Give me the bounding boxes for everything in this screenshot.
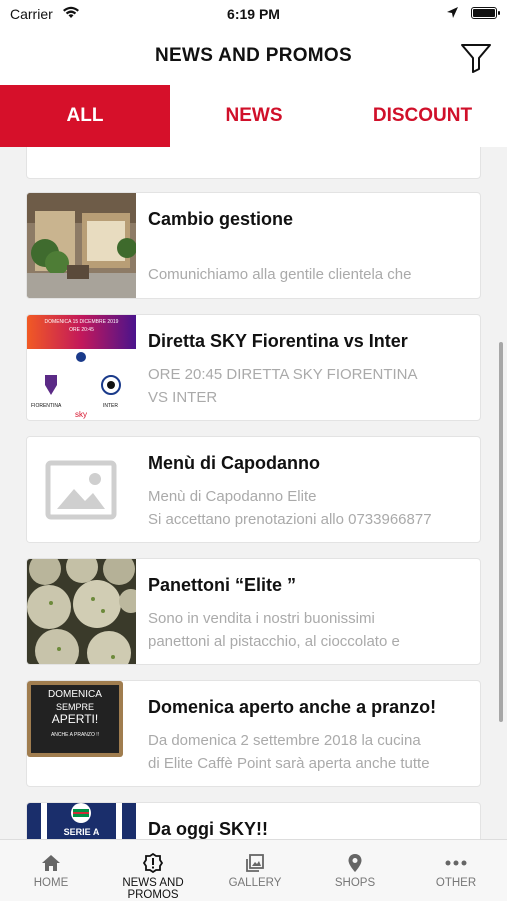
- filter-icon[interactable]: [459, 40, 493, 74]
- segment-tabs: ALL NEWS DISCOUNT: [0, 85, 507, 147]
- match-poster: sky DOMENICA 15 DICEMBRE 2019 ORE 20:45 …: [27, 315, 136, 420]
- tabbar-label: NEWS AND PROMOS: [122, 877, 184, 901]
- tabbar-item-gallery[interactable]: GALLERY: [204, 840, 306, 901]
- image-placeholder-icon: [27, 437, 136, 542]
- scrollbar[interactable]: [499, 342, 503, 722]
- list-item[interactable]: Panettoni “Elite ” Sono in vendita i nos…: [26, 558, 481, 665]
- list-item[interactable]: DOMENICA SEMPRE APERTI! ANCHE A PRANZO !…: [26, 680, 481, 787]
- item-description: Menù di Capodanno Elite: [148, 488, 317, 505]
- list-item[interactable]: Cambio gestione Comunichiamo alla gentil…: [26, 192, 481, 299]
- item-description: Comunichiamo alla gentile clientela che: [148, 266, 412, 283]
- shop-photo: [27, 193, 136, 298]
- item-title: Menù di Capodanno: [148, 453, 320, 473]
- gallery-icon: [204, 853, 306, 873]
- page-title: NEWS AND PROMOS: [155, 45, 352, 66]
- item-title: Da oggi SKY!!: [148, 819, 268, 839]
- list-item[interactable]: Menù di Capodanno Menù di Capodanno Elit…: [26, 436, 481, 543]
- serie-a-logo: SERIE A: [27, 803, 136, 839]
- poster-team1: FIORENTINA: [31, 403, 62, 409]
- location-arrow-icon: [446, 6, 459, 22]
- svg-text:sky: sky: [75, 410, 87, 419]
- alert-icon: [102, 852, 204, 874]
- item-description-line2: Si accettano prenotazioni allo 073396687…: [148, 511, 432, 528]
- item-description-line2: VS INTER: [148, 389, 218, 406]
- location-pin-icon: [304, 853, 406, 873]
- item-title: Diretta SKY Fiorentina vs Inter: [148, 331, 408, 351]
- poster-time: ORE 20:45: [69, 327, 94, 333]
- item-description: Da domenica 2 settembre 2018 la cucina: [148, 732, 421, 749]
- tabbar-item-home[interactable]: HOME: [0, 840, 102, 901]
- tabbar-label: HOME: [33, 877, 69, 889]
- chalkboard-photo: DOMENICA SEMPRE APERTI! ANCHE A PRANZO !…: [27, 681, 136, 786]
- status-time: 6:19 PM: [227, 6, 280, 22]
- list-item[interactable]: sky DOMENICA 15 DICEMBRE 2019 ORE 20:45 …: [26, 314, 481, 421]
- tabbar-label: SHOPS: [334, 877, 376, 889]
- chalkboard-line4: ANCHE A PRANZO !!: [50, 732, 100, 738]
- tabbar-label: OTHER: [435, 877, 477, 889]
- tabbar-item-shops[interactable]: SHOPS: [304, 840, 406, 901]
- chalkboard-line3: APERTI!: [51, 712, 99, 726]
- item-title: Panettoni “Elite ”: [148, 575, 297, 595]
- bottom-tab-bar: HOME NEWS AND PROMOS GALLERY SHOPS OTHER: [0, 839, 507, 901]
- tabbar-item-other[interactable]: OTHER: [405, 840, 507, 901]
- list-item[interactable]: [26, 147, 481, 179]
- item-description: ORE 20:45 DIRETTA SKY FIORENTINA: [148, 366, 418, 383]
- tab-news[interactable]: NEWS: [170, 85, 338, 147]
- tab-discount[interactable]: DISCOUNT: [338, 85, 507, 147]
- item-description-line2: panettoni al pistacchio, al cioccolato e: [148, 633, 400, 650]
- item-title: Cambio gestione: [148, 209, 294, 229]
- home-icon: [0, 853, 102, 873]
- more-dots-icon: [405, 853, 507, 873]
- news-list[interactable]: Cambio gestione Comunichiamo alla gentil…: [0, 147, 507, 839]
- item-title: Domenica aperto anche a pranzo!: [148, 697, 437, 717]
- chalkboard-line1: DOMENICA: [48, 689, 102, 700]
- list-item[interactable]: SERIE A Da oggi SKY!!: [26, 802, 481, 839]
- item-description: Sono in vendita i nostri buonissimi: [148, 610, 375, 627]
- poster-team2: INTER: [103, 403, 118, 409]
- tabbar-item-news-and-promos[interactable]: NEWS AND PROMOS: [102, 840, 204, 901]
- status-bar: Carrier 6:19 PM: [0, 0, 507, 30]
- battery-icon: [471, 7, 500, 19]
- serie-a-label: SERIE A: [63, 827, 100, 837]
- tabbar-label: GALLERY: [228, 877, 282, 889]
- panettone-photo: [27, 559, 136, 664]
- item-description-line2: di Elite Caffè Point sarà aperta anche t…: [148, 755, 430, 772]
- tab-all[interactable]: ALL: [0, 85, 170, 147]
- navigation-bar: NEWS AND PROMOS: [0, 30, 507, 85]
- poster-date: DOMENICA 15 DICEMBRE 2019: [44, 319, 119, 325]
